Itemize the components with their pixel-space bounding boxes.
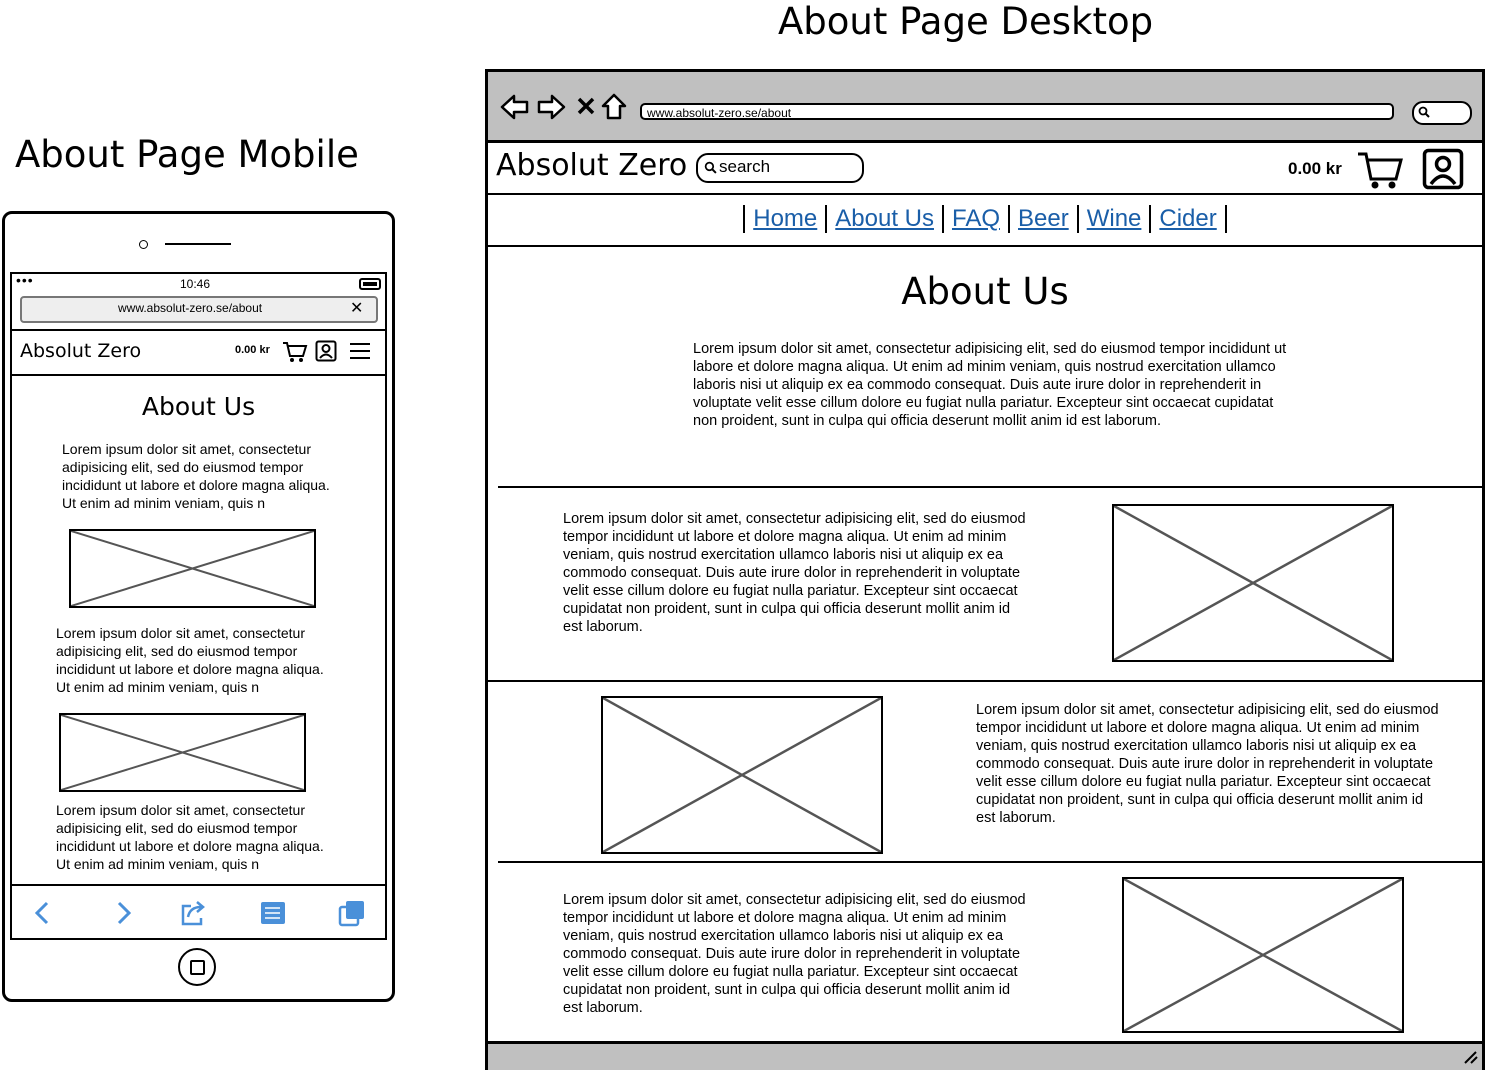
browser-chrome: www.absolut-zero.se/about — [488, 72, 1482, 143]
close-icon[interactable]: ✕ — [350, 298, 363, 318]
home-square-icon — [190, 960, 205, 975]
mobile-url-bar[interactable]: www.absolut-zero.se/about ✕ — [20, 296, 378, 323]
nav-home[interactable]: Home — [743, 205, 825, 233]
desktop-navigation: Home About Us FAQ Beer Wine Cider — [488, 195, 1482, 247]
mobile-browser-toolbar — [12, 884, 385, 938]
nav-faq[interactable]: FAQ — [941, 205, 1008, 233]
mobile-paragraph: Lorem ipsum dolor sit amet, consectetur … — [56, 802, 324, 872]
mobile-page-title: About Page Mobile — [15, 133, 359, 176]
share-icon[interactable] — [179, 898, 209, 928]
back-arrow-icon[interactable] — [500, 93, 530, 121]
image-placeholder — [1122, 877, 1404, 1033]
nav-cider[interactable]: Cider — [1149, 205, 1227, 233]
desktop-cart-total: 0.00 kr — [1288, 159, 1342, 178]
nav-beer[interactable]: Beer — [1008, 205, 1077, 233]
tabs-icon[interactable] — [337, 898, 367, 928]
desktop-brand[interactable]: Absolut Zero — [496, 148, 687, 183]
forward-arrow-icon[interactable] — [536, 93, 566, 121]
search-icon — [704, 161, 717, 174]
status-time: 10:46 — [180, 277, 211, 291]
section-paragraph: Lorem ipsum dolor sit amet, consectetur … — [976, 702, 1439, 826]
desktop-url-bar[interactable]: www.absolut-zero.se/about — [640, 103, 1394, 120]
image-placeholder — [601, 696, 883, 854]
bookmarks-icon[interactable] — [258, 898, 288, 928]
mobile-cart-total: 0.00 kr — [235, 344, 270, 356]
stop-icon[interactable] — [576, 96, 596, 116]
mobile-app-header: Absolut Zero 0.00 kr — [12, 329, 385, 376]
back-icon[interactable] — [28, 898, 58, 928]
site-search-input[interactable]: search — [696, 153, 864, 183]
section-paragraph: Lorem ipsum dolor sit amet, consectetur … — [563, 892, 1026, 1016]
desktop-heading: About Us — [901, 270, 1069, 313]
speaker-grille — [165, 243, 231, 245]
search-placeholder: search — [719, 157, 771, 176]
resize-handle-icon[interactable] — [1463, 1050, 1479, 1064]
section-divider — [488, 680, 1482, 682]
home-button[interactable] — [178, 948, 216, 986]
section-paragraph: Lorem ipsum dolor sit amet, consectetur … — [563, 511, 1026, 635]
section-divider — [498, 861, 1482, 863]
status-bar: ••• 10:46 — [12, 272, 385, 294]
nav-wine[interactable]: Wine — [1076, 205, 1150, 233]
mobile-paragraph: Lorem ipsum dolor sit amet, consectetur … — [62, 441, 330, 511]
mobile-heading: About Us — [141, 392, 256, 421]
cart-icon[interactable] — [282, 340, 308, 364]
home-icon[interactable] — [600, 92, 628, 120]
desktop-page-title: About Page Desktop — [778, 0, 1154, 43]
search-icon — [1418, 106, 1430, 118]
mobile-screen: ••• 10:46 www.absolut-zero.se/about ✕ Ab… — [10, 272, 387, 940]
user-account-icon[interactable] — [1422, 148, 1464, 190]
mobile-paragraph: Lorem ipsum dolor sit amet, consectetur … — [56, 625, 324, 695]
hamburger-menu-icon[interactable] — [349, 341, 371, 361]
browser-status-bar — [488, 1041, 1482, 1070]
image-placeholder — [69, 529, 316, 608]
browser-search-box[interactable] — [1412, 101, 1472, 125]
signal-icon: ••• — [16, 272, 34, 288]
image-placeholder — [1112, 504, 1394, 662]
mobile-brand[interactable]: Absolut Zero — [20, 340, 141, 362]
camera-icon — [139, 240, 148, 249]
desktop-browser-window: www.absolut-zero.se/about Absolut Zero s… — [485, 69, 1485, 1070]
nav-about-us[interactable]: About Us — [825, 205, 942, 233]
forward-icon[interactable] — [108, 898, 138, 928]
user-icon[interactable] — [315, 340, 337, 362]
mobile-url-text: www.absolut-zero.se/about — [118, 301, 263, 315]
cart-icon[interactable] — [1356, 149, 1404, 191]
image-placeholder — [59, 713, 306, 792]
battery-icon — [359, 278, 381, 290]
intro-paragraph: Lorem ipsum dolor sit amet, consectetur … — [693, 341, 1287, 429]
desktop-app-header: Absolut Zero search 0.00 kr — [488, 143, 1482, 195]
section-divider — [498, 486, 1482, 488]
